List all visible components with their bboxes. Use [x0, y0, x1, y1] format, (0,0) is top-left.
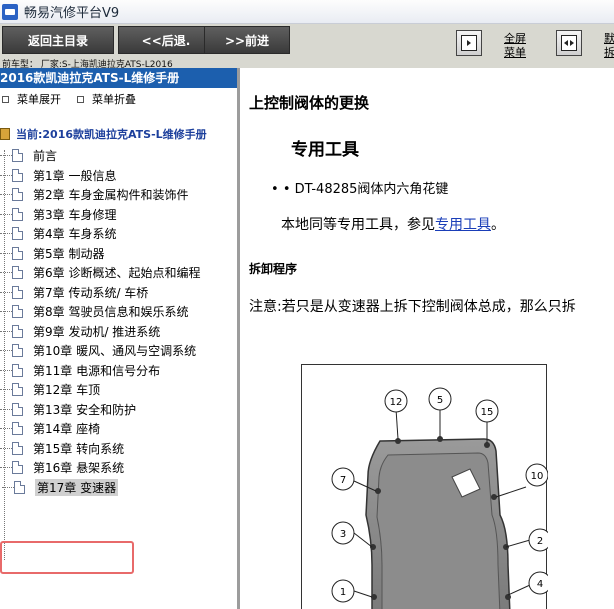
- app-icon: [2, 3, 18, 20]
- callout-label: 12: [390, 397, 403, 408]
- page-icon: [12, 266, 23, 280]
- split-arrows-icon: [561, 35, 577, 51]
- page-icon: [12, 402, 23, 416]
- callout-label: 1: [340, 587, 346, 598]
- tree-item[interactable]: 第9章 发动机/ 推进系统: [0, 322, 236, 342]
- title-bar: 畅易汽修平台V9: [0, 0, 614, 24]
- tree-item[interactable]: 第1章 一般信息: [0, 166, 236, 186]
- sidebar: 2016款凯迪拉克ATS-L维修手册 菜单展开 菜单折叠 当前:2016款凯迪拉…: [0, 68, 240, 609]
- expand-menu-button[interactable]: 菜单展开: [0, 91, 61, 107]
- book-icon: [0, 128, 10, 140]
- tree-root[interactable]: 当前:2016款凯迪拉克ATS-L维修手册: [0, 126, 207, 142]
- collapse-menu-button[interactable]: 菜单折叠: [75, 91, 136, 107]
- page-icon: [14, 480, 25, 494]
- page-icon: [12, 383, 23, 397]
- callout-label: 5: [437, 395, 443, 406]
- page-icon: [12, 305, 23, 319]
- callout-label: 7: [340, 475, 346, 486]
- page-icon: [12, 227, 23, 241]
- page-icon: [12, 246, 23, 260]
- pan-inner: [376, 452, 501, 609]
- tree-item[interactable]: 第11章 电源和信号分布: [0, 361, 236, 381]
- back-button[interactable]: <<后退.: [118, 26, 214, 54]
- callout-label: 10: [531, 471, 544, 482]
- panel-right-icon: [461, 35, 477, 51]
- tree-item[interactable]: 第13章 安全和防护: [0, 400, 236, 420]
- tools-heading: 专用工具: [291, 140, 359, 160]
- window-title: 畅易汽修平台V9: [24, 6, 120, 21]
- tree-item[interactable]: 第2章 车身金属构件和装饰件: [0, 185, 236, 205]
- page-icon: [12, 207, 23, 221]
- page-icon: [12, 285, 23, 299]
- forward-button[interactable]: >>前进: [204, 26, 290, 54]
- page-icon: [12, 441, 23, 455]
- local-tools-text: 本地同等专用工具，参见专用工具。: [281, 217, 505, 233]
- page-icon: [12, 422, 23, 436]
- callout-label: 3: [340, 529, 346, 540]
- page-icon: [12, 168, 23, 182]
- tree-item[interactable]: 第3章 车身修理: [0, 205, 236, 225]
- tree-item[interactable]: 第8章 驾驶员信息和娱乐系统: [0, 302, 236, 322]
- expand-icon: [2, 95, 9, 103]
- page-icon: [12, 461, 23, 475]
- tree-item[interactable]: 第7章 传动系统/ 车桥: [0, 283, 236, 303]
- tree-item[interactable]: 第6章 诊断概述、起始点和编程: [0, 263, 236, 283]
- tree-item-selected[interactable]: 第17章 变速器: [2, 478, 236, 498]
- removal-heading: 拆卸程序: [249, 262, 298, 276]
- collapse-icon: [77, 95, 84, 103]
- tree-item[interactable]: 第12章 车顶: [0, 380, 236, 400]
- default-link[interactable]: 默 拆: [604, 32, 614, 60]
- tree-item[interactable]: 第4章 车身系统: [0, 224, 236, 244]
- page-icon: [12, 149, 23, 163]
- tree-item[interactable]: 第5章 制动器: [0, 244, 236, 264]
- content-pane: 上控制阀体的更换 专用工具 • • DT-48285阀体内六角花键 本地同等专用…: [243, 68, 614, 609]
- page-icon: [12, 188, 23, 202]
- valve-body-diagram: 12 5 15 7 10 3 2 1 4: [331, 387, 552, 609]
- fullscreen-menu-link[interactable]: 全屏 菜单: [504, 32, 526, 60]
- note-text: 注意:若只是从变速器上拆下控制阀体总成，那么只拆: [249, 299, 576, 315]
- sidebar-header: 2016款凯迪拉克ATS-L维修手册: [0, 68, 237, 88]
- tool-item: • • DT-48285阀体内六角花键: [271, 182, 449, 197]
- page-icon: [12, 344, 23, 358]
- tree-item[interactable]: 第16章 悬架系统: [0, 458, 236, 478]
- highlight-box: [0, 541, 134, 574]
- fullscreen-button[interactable]: [456, 30, 482, 56]
- tree-item[interactable]: 第10章 暖风、通风与空调系统: [0, 341, 236, 361]
- toolbar: 返回主目录 <<后退. >>前进 前车型： 厂家:S-上海凯迪拉克ATS-L20…: [0, 24, 614, 70]
- page-icon: [12, 324, 23, 338]
- page-icon: [12, 363, 23, 377]
- callout-label: 2: [537, 536, 543, 547]
- callout-label: 4: [537, 579, 543, 590]
- valve-body-figure: 12 5 15 7 10 3 2 1 4: [301, 364, 552, 609]
- special-tools-link[interactable]: 专用工具: [435, 217, 491, 233]
- sidebar-controls: 菜单展开 菜单折叠: [0, 88, 237, 110]
- callout-label: 15: [481, 407, 494, 418]
- tree-item[interactable]: 前言: [0, 146, 236, 166]
- home-button[interactable]: 返回主目录: [2, 26, 114, 54]
- tree-item[interactable]: 第14章 座椅: [0, 419, 236, 439]
- tree-item[interactable]: 第15章 转向系统: [0, 439, 236, 459]
- split-view-button[interactable]: [556, 30, 582, 56]
- chapter-tree: 前言 第1章 一般信息 第2章 车身金属构件和装饰件 第3章 车身修理 第4章 …: [0, 146, 236, 497]
- page-title: 上控制阀体的更换: [249, 94, 370, 112]
